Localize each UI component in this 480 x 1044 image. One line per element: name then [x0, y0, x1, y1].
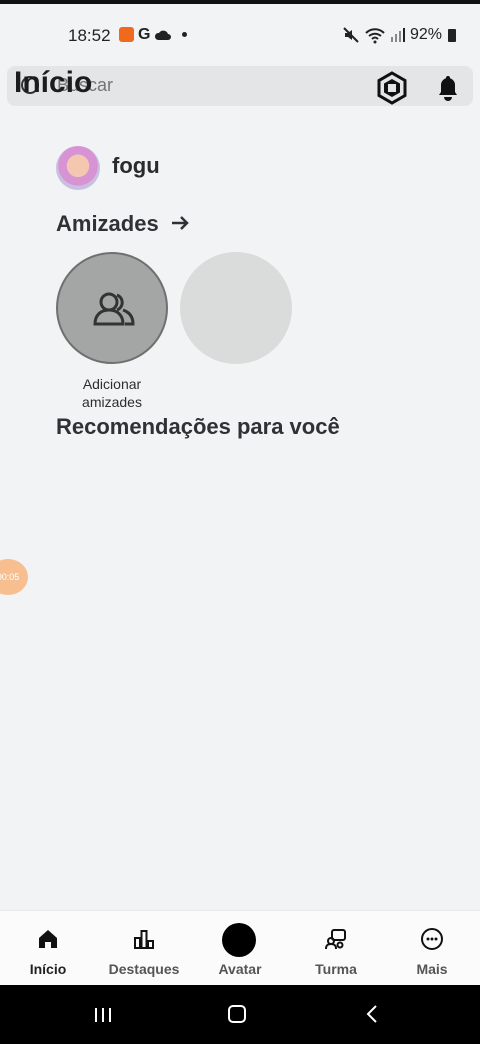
- wifi-icon: [365, 28, 385, 44]
- tab-featured[interactable]: Destaques: [96, 911, 192, 985]
- cloud-icon: [155, 30, 172, 40]
- tab-label-featured: Destaques: [108, 961, 180, 977]
- username[interactable]: fogu: [112, 153, 160, 179]
- battery-icon: [448, 28, 456, 42]
- tab-label-more: Mais: [416, 961, 448, 977]
- floating-timer[interactable]: 00:05: [0, 559, 28, 595]
- recents-icon[interactable]: [93, 1007, 113, 1023]
- avatar-tab-icon: [222, 923, 256, 957]
- add-friends-label: Adicionar amizades: [82, 376, 142, 410]
- robux-icon[interactable]: [375, 71, 409, 105]
- page-title: Início: [14, 66, 93, 99]
- notification-dot-icon: [182, 32, 188, 37]
- friends-icon: [93, 292, 135, 326]
- avatar[interactable]: [56, 146, 100, 190]
- battery-percent: 92%: [409, 26, 442, 43]
- status-right-icons: 92%: [342, 26, 456, 44]
- status-left-icons: G: [119, 26, 188, 43]
- group-chat-icon: [325, 929, 346, 950]
- tab-label-home: Início: [29, 961, 67, 977]
- friend-placeholder: [180, 252, 292, 364]
- mute-icon: [343, 27, 359, 43]
- friends-section-title[interactable]: Amizades: [56, 211, 159, 237]
- tab-more[interactable]: Mais: [384, 911, 480, 985]
- tab-group[interactable]: Turma: [288, 911, 384, 985]
- tab-label-avatar: Avatar: [218, 961, 262, 977]
- tab-label-group: Turma: [315, 961, 357, 977]
- charts-icon: [134, 930, 154, 949]
- app-notification-icon: [119, 27, 134, 42]
- google-g-icon: G: [138, 26, 151, 43]
- system-navigation-bar: [0, 985, 480, 1044]
- status-bar: 18:52 G 92%: [0, 4, 480, 62]
- arrow-right-icon[interactable]: [168, 211, 192, 235]
- notifications-bell-icon[interactable]: [431, 71, 465, 105]
- home-navigation-icon[interactable]: [228, 1005, 246, 1023]
- bottom-tab-bar: Início Destaques Avatar Turma Mais: [0, 910, 480, 985]
- tab-home[interactable]: Início: [0, 911, 96, 985]
- back-icon[interactable]: [365, 1005, 379, 1023]
- recommendations-title: Recomendações para você: [56, 414, 340, 439]
- more-icon: [421, 928, 443, 950]
- home-icon: [39, 930, 57, 948]
- tab-avatar[interactable]: Avatar: [192, 911, 288, 985]
- add-friends-button[interactable]: [56, 252, 168, 364]
- signal-icon: [390, 28, 405, 42]
- status-time: 18:52: [68, 26, 111, 45]
